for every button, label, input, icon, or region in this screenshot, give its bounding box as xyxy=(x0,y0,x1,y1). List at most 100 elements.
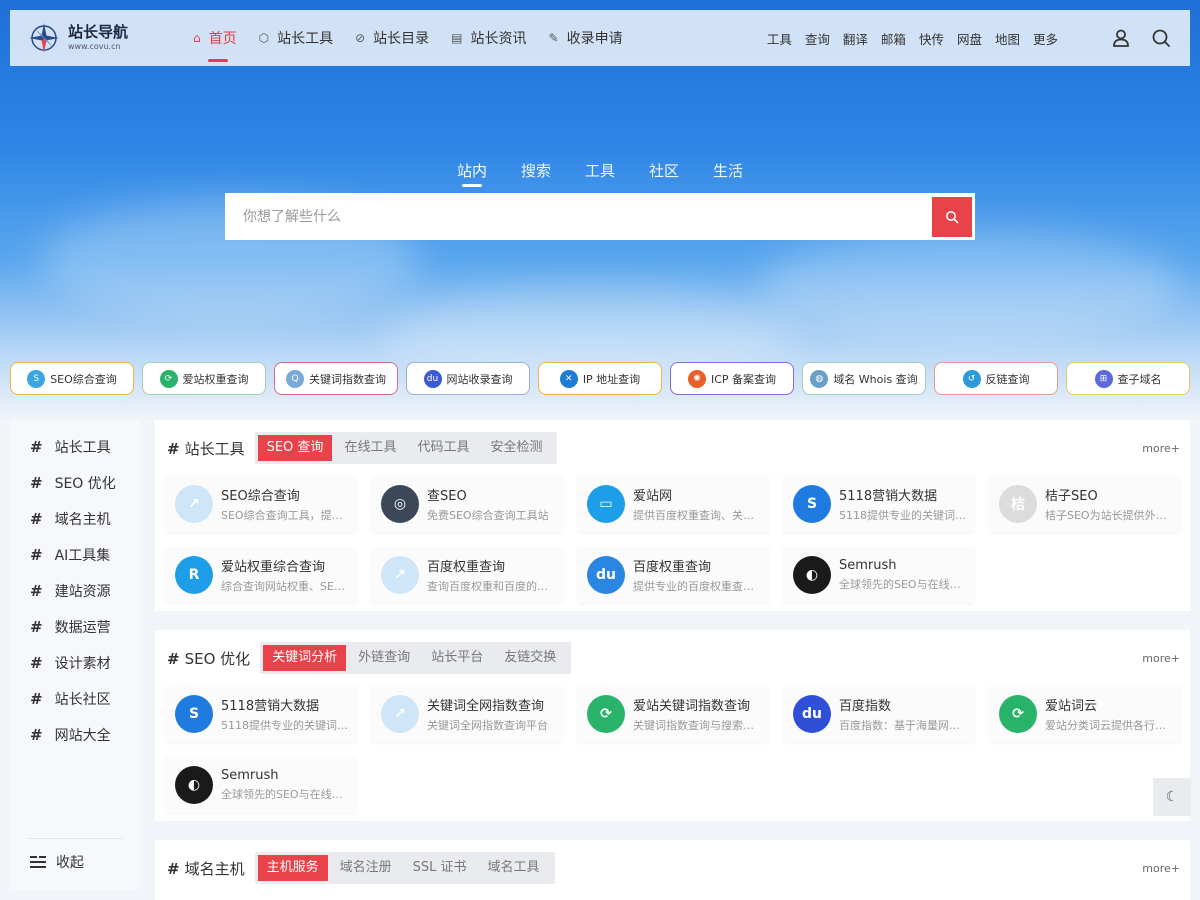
tool-chip[interactable]: S SEO综合查询 xyxy=(10,362,134,395)
search-button[interactable] xyxy=(932,196,972,237)
section-tab[interactable]: 友链交换 xyxy=(495,645,565,671)
site-card[interactable]: ◎ 查SEO 免费SEO综合查询工具站 xyxy=(372,476,562,532)
tool-chip[interactable]: Q 关键词指数查询 xyxy=(274,362,398,395)
site-card[interactable]: du 百度指数百度指数：基于海量网民行为数据 xyxy=(784,686,974,742)
tool-chip[interactable]: ✕ IP 地址查询 xyxy=(538,362,662,395)
tool-chip[interactable]: du 网站收录查询 xyxy=(406,362,530,395)
site-card[interactable]: S 5118营销大数据 5118提供专业的关键词挖掘 xyxy=(784,476,974,532)
site-card-name: 爱站权重综合查询 xyxy=(221,560,326,575)
sidebar-item[interactable]: # 站长工具 xyxy=(10,429,140,465)
tool-chip[interactable]: ⟳ 爱站权重查询 xyxy=(142,362,266,395)
quick-link-more[interactable]: 更多 xyxy=(1033,29,1058,48)
section-tabs: SEO 查询 在线工具 代码工具 安全检测 xyxy=(254,432,558,464)
sidebar-collapse-button[interactable]: 收起 xyxy=(30,852,84,872)
site-card-desc: 爱站分类词云提供各行业词库 xyxy=(1045,719,1173,732)
search-tab-life[interactable]: 生活 xyxy=(713,160,743,187)
sidebar-item[interactable]: # AI工具集 xyxy=(10,537,140,573)
site-card-desc: 提供百度权重查询、关键词挖掘 xyxy=(633,509,761,522)
tool-chip[interactable]: ⊞ 查子域名 xyxy=(1066,362,1190,395)
site-card[interactable]: ↗ 百度权重查询 查询百度权重和百度的收录 xyxy=(372,547,562,603)
site-card-name: 百度权重查询 xyxy=(427,560,506,575)
section-tab[interactable]: 站长平台 xyxy=(422,645,492,671)
section-tab[interactable]: 域名工具 xyxy=(479,855,549,881)
tool-chip-icon: ⊞ xyxy=(1094,369,1113,388)
site-card[interactable]: ↗ SEO综合查询 SEO综合查询工具，提供网站权重查询 xyxy=(166,476,356,532)
tool-chip-icon: ✺ xyxy=(687,369,706,388)
sidebar-item[interactable]: # 数据运营 xyxy=(10,609,140,645)
section-tab[interactable]: 外链查询 xyxy=(349,645,419,671)
site-card[interactable]: R 爱站权重综合查询综合查询网站权重、SEO数据 xyxy=(166,547,356,603)
nav-item-directory[interactable]: ⊘ 站长目录 xyxy=(344,10,440,66)
tool-chip[interactable]: ✺ ICP 备案查询 xyxy=(670,362,794,395)
quick-link-map[interactable]: 地图 xyxy=(995,29,1020,48)
quick-link-query[interactable]: 查询 xyxy=(805,29,830,48)
edit-icon: ✎ xyxy=(548,31,559,45)
sidebar-item[interactable]: # 站长社区 xyxy=(10,681,140,717)
search-tab-search[interactable]: 搜索 xyxy=(521,160,551,187)
section-tab[interactable]: 在线工具 xyxy=(335,435,405,461)
site-card-icon: S xyxy=(175,695,213,733)
quick-link-mail[interactable]: 邮箱 xyxy=(881,29,906,48)
section-tab[interactable]: SEO 查询 xyxy=(257,435,333,461)
sidebar-item[interactable]: # SEO 优化 xyxy=(10,465,140,501)
moon-icon: ☾ xyxy=(1165,789,1179,805)
user-icon[interactable] xyxy=(1110,27,1132,49)
nav-item-submit[interactable]: ✎ 收录申请 xyxy=(538,10,634,66)
section-tab[interactable]: 域名注册 xyxy=(331,855,401,881)
sidebar: # 站长工具 # SEO 优化 # 域名主机 # AI工具集 # 建站资源 # 数据运营 # 设计素材 # 站… xyxy=(10,420,140,890)
section-tabs: 主机服务 域名注册 SSL 证书 域名工具 xyxy=(254,852,555,884)
theme-toggle-button[interactable]: ☾ xyxy=(1153,778,1191,816)
search-tab-community[interactable]: 社区 xyxy=(649,160,679,187)
card-grid: ↗ SEO综合查询 SEO综合查询工具，提供网站权重查询 ◎ 查SEO 免费SEO综合查询… xyxy=(155,476,1190,603)
sidebar-item[interactable]: # 域名主机 xyxy=(10,501,140,537)
collapse-label: 收起 xyxy=(56,855,84,871)
logo-title: 站长导航 xyxy=(68,23,129,41)
quick-link-tools[interactable]: 工具 xyxy=(767,29,792,48)
nav-item-news[interactable]: ▤ 站长资讯 xyxy=(440,10,537,66)
more-link[interactable]: more+ xyxy=(1142,652,1180,665)
search-input[interactable] xyxy=(225,193,932,240)
site-card-desc: SEO综合查询工具，提供网站权重查询 xyxy=(221,509,349,522)
hash-icon: # xyxy=(30,582,43,600)
section-tab[interactable]: 安全检测 xyxy=(481,435,551,461)
site-card[interactable]: ⟳ 爱站词云爱站分类词云提供各行业词库 xyxy=(990,686,1180,742)
quick-link-cloud-drive[interactable]: 网盘 xyxy=(957,29,982,48)
site-card-name: 百度指数 xyxy=(839,699,892,714)
site-card[interactable]: S 5118营销大数据 5118提供专业的关键词挖掘 xyxy=(166,686,356,742)
tool-chip[interactable]: ↺ 反链查询 xyxy=(934,362,1058,395)
sidebar-item[interactable]: # 网站大全 xyxy=(10,717,140,753)
search-icon[interactable] xyxy=(1150,27,1172,49)
sidebar-item[interactable]: # 建站资源 xyxy=(10,573,140,609)
quick-link-transfer[interactable]: 快传 xyxy=(919,29,944,48)
site-logo[interactable]: 站长导航 www.covu.cn xyxy=(28,22,178,54)
site-card-icon: ⟳ xyxy=(587,695,625,733)
tool-chip[interactable]: ◍ 域名 Whois 查询 xyxy=(802,362,926,395)
search-icon xyxy=(946,210,959,223)
nav-item-tools[interactable]: ⬡ 站长工具 xyxy=(248,10,344,66)
more-link[interactable]: more+ xyxy=(1142,862,1180,875)
tool-chip-icon: ↺ xyxy=(962,369,981,388)
section-tab[interactable]: 代码工具 xyxy=(408,435,478,461)
site-card-icon: 桔 xyxy=(999,485,1037,523)
site-card[interactable]: ↗ 关键词全网指数查询 关键词全网指数查询平台 xyxy=(372,686,562,742)
site-card[interactable]: 桔桔子SEO 桔子SEO为站长提供外链查询 xyxy=(990,476,1180,532)
section-tab[interactable]: 主机服务 xyxy=(257,855,328,881)
nav-item-home[interactable]: ⌂ 首页 xyxy=(182,10,248,66)
site-card[interactable]: du 百度权重查询提供专业的百度权重查询服务 xyxy=(578,547,768,603)
sidebar-item[interactable]: # 设计素材 xyxy=(10,645,140,681)
collapse-icon xyxy=(30,855,46,869)
site-card[interactable]: ◐ Semrush 全球领先的SEO与在线营销工具 xyxy=(784,547,974,603)
more-link[interactable]: more+ xyxy=(1142,442,1180,455)
site-card-icon: ↗ xyxy=(381,556,419,594)
search-tab-tools[interactable]: 工具 xyxy=(585,160,615,187)
section-tab[interactable]: 关键词分析 xyxy=(263,645,347,671)
site-card[interactable]: ▭ 爱站网提供百度权重查询、关键词挖掘 xyxy=(578,476,768,532)
site-card[interactable]: ◐ Semrush 全球领先的SEO与在线营销工具 xyxy=(166,757,356,813)
section-tab[interactable]: SSL 证书 xyxy=(404,855,476,881)
site-card[interactable]: ⟳ 爱站关键词指数查询 关键词指数查询与搜索趋势 xyxy=(578,686,768,742)
tool-chip-icon: ✕ xyxy=(559,369,578,388)
search-tab-site[interactable]: 站内 xyxy=(457,160,487,187)
nav-label: 站长工具 xyxy=(277,31,334,47)
quick-link-translate[interactable]: 翻译 xyxy=(843,29,868,48)
hash-icon: # xyxy=(30,546,43,564)
